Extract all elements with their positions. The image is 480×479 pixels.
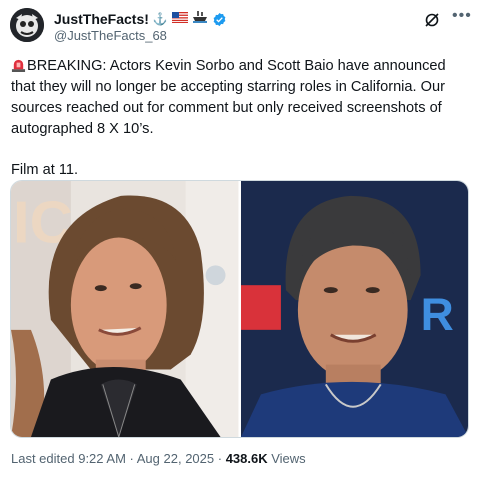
post-footer: Last edited 9:22 AM · Aug 22, 2025 · 438…	[11, 451, 306, 466]
views-count[interactable]: 438.6K	[226, 451, 268, 466]
photo-left-man[interactable]: IC	[11, 181, 239, 437]
post-header: JustTheFacts! ⚓ @JustTheFacts_68 •••	[10, 6, 471, 46]
post-date[interactable]: Aug 22, 2025	[137, 451, 214, 466]
us-flag-icon	[171, 10, 188, 28]
avatar[interactable]	[10, 8, 44, 42]
views-label: Views	[267, 451, 306, 466]
post-paragraph-2: Film at 11.	[11, 162, 79, 178]
photo-right-man[interactable]: R	[240, 181, 468, 437]
footer-separator: ·	[125, 451, 137, 466]
avatar-image	[10, 8, 44, 42]
ship-icon	[192, 10, 208, 28]
verified-badge-icon	[213, 12, 226, 26]
media-grid: IC R	[10, 180, 469, 438]
more-options-icon[interactable]: •••	[452, 8, 471, 28]
siren-icon	[11, 59, 26, 72]
grok-icon[interactable]	[424, 12, 440, 28]
name-row: JustTheFacts! ⚓	[54, 10, 227, 28]
user-handle[interactable]: @JustTheFacts_68	[54, 28, 167, 43]
post-paragraph-1: BREAKING: Actors Kevin Sorbo and Scott B…	[11, 56, 473, 140]
display-name[interactable]: JustTheFacts!	[54, 11, 149, 27]
footer-separator-2: ·	[214, 451, 226, 466]
svg-text:R: R	[420, 289, 453, 340]
anchor-icon: ⚓	[152, 12, 168, 26]
post-text: BREAKING: Actors Kevin Sorbo and Scott B…	[11, 58, 446, 137]
edited-time[interactable]: Last edited 9:22 AM	[11, 451, 126, 466]
post-body: BREAKING: Actors Kevin Sorbo and Scott B…	[11, 56, 473, 181]
